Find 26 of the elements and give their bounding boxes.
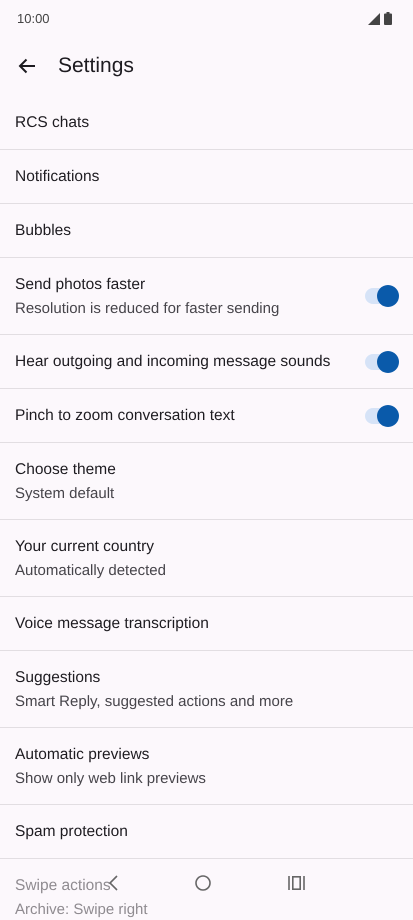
setting-title[interactable]: Bubbles [15, 222, 72, 240]
setting-summary: Archive: Swipe right [15, 900, 148, 918]
back-arrow-icon[interactable] [18, 58, 36, 74]
setting-title[interactable]: RCS chats [15, 114, 90, 132]
setting-summary: Resolution is reduced for faster sending [15, 300, 280, 316]
back-icon[interactable] [108, 875, 118, 891]
status-time: 10:00 [17, 10, 50, 26]
setting-summary: System default [15, 484, 114, 502]
setting-summary: Show only web link previews [15, 770, 206, 786]
setting-title[interactable]: Spam protection [15, 822, 128, 840]
setting-title[interactable]: Choose theme [15, 460, 116, 478]
setting-summary: Smart Reply, suggested actions and more [15, 692, 294, 710]
setting-title[interactable]: Your current country [15, 538, 154, 556]
setting-title[interactable]: Pinch to zoom conversation text [15, 406, 235, 424]
screen-title: Settings [58, 54, 134, 78]
setting-title[interactable]: Send photos faster [15, 276, 146, 294]
setting-title[interactable]: Automatic previews [15, 746, 150, 764]
setting-title[interactable]: Suggestions [15, 668, 100, 686]
setting-title[interactable]: Notifications [15, 168, 100, 186]
setting-summary: Automatically detected [15, 562, 166, 578]
home-icon[interactable] [194, 875, 211, 891]
recent-apps-icon[interactable] [288, 876, 305, 890]
setting-title[interactable]: Voice message transcription [15, 614, 209, 632]
signal-icon [368, 12, 380, 24]
battery-icon [384, 12, 392, 24]
setting-title[interactable]: Hear outgoing and incoming message sounds [15, 352, 330, 370]
